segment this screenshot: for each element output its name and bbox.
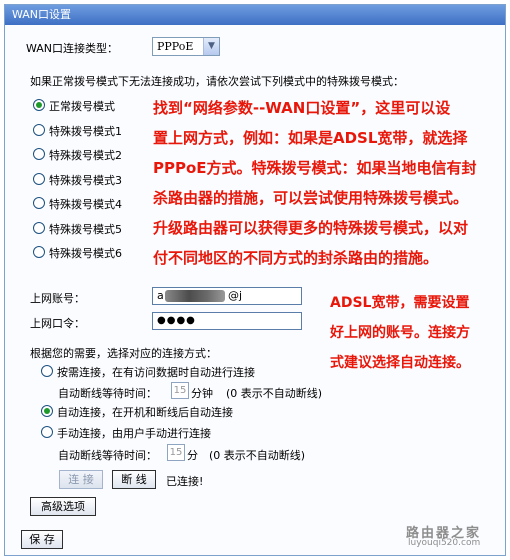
site-watermark: 路由器之家 luyouqi520.com [398,522,506,552]
auto-connect-label: 自动连接，在开机和断线后自动连接 [57,406,233,419]
annotation-account-line: 好上网的账号。连接方 [330,325,470,341]
dial-mode-radio-2[interactable] [33,148,45,160]
manual-wait-note: (0 表示不自动断线) [209,449,306,462]
on-demand-wait-input[interactable]: 15 [171,382,189,399]
on-demand-wait-unit: 分钟 [191,387,213,400]
dial-mode-label-6: 特殊拨号模式6 [49,247,122,260]
radio-auto-connect[interactable] [41,405,53,417]
connection-type-select[interactable]: PPPoE ▼ [152,37,220,56]
account-label: 上网账号： [30,292,85,305]
on-demand-wait-label: 自动断线等待时间： [58,387,157,400]
annotation-main-line: 置上网方式，例如：如果是ADSL宽带，就选择 [153,129,468,147]
dial-mode-radio-3[interactable] [33,173,45,185]
redacted-account-mark [165,290,225,302]
account-value-start: a [157,289,164,302]
manual-wait-input[interactable]: 15 [167,444,185,461]
connection-type-value: PPPoE [157,40,194,53]
connection-status: 已连接! [166,475,204,488]
dial-mode-label-4: 特殊拨号模式4 [49,198,122,211]
manual-wait-label: 自动断线等待时间： [58,449,157,462]
annotation-main-line: 付不同地区的不同方式的封杀路由的措施。 [153,249,439,267]
annotation-account-line: 式建议选择自动连接。 [330,355,470,371]
annotation-main-line: 杀路由器的措施，可以尝试使用特殊拨号模式。 [153,189,469,207]
annotation-account-line: ADSL宽带，需要设置 [330,295,470,311]
dial-mode-radio-6[interactable] [33,246,45,258]
chevron-down-icon[interactable]: ▼ [203,38,219,55]
connection-type-label: WAN口连接类型： [26,42,119,55]
dial-mode-radio-0[interactable] [33,99,45,111]
save-button[interactable]: 保 存 [21,530,63,549]
panel-title: WAN口设置 [5,5,505,25]
dial-mode-label-2: 特殊拨号模式2 [49,149,122,162]
manual-connect-label: 手动连接，由用户手动进行连接 [57,427,211,440]
dial-mode-radio-4[interactable] [33,197,45,209]
annotation-main-line: 升级路由器可以获得更多的特殊拨号模式，以对 [153,219,469,237]
annotation-main-line: PPPoE方式。特殊拨号模式：如果当地电信有封 [153,159,477,177]
radio-on-demand[interactable] [41,365,53,377]
dial-mode-radio-5[interactable] [33,222,45,234]
advanced-options-button[interactable]: 高级选项 [30,497,96,516]
dial-mode-label-1: 特殊拨号模式1 [49,125,122,138]
watermark-url: luyouqi520.com [408,538,481,548]
dial-mode-label-5: 特殊拨号模式5 [49,223,122,236]
connect-button[interactable]: 连 接 [59,470,103,489]
on-demand-wait-note: (0 表示不自动断线) [226,387,323,400]
dial-mode-label-0: 正常拨号模式 [49,100,115,113]
connect-mode-title: 根据您的需要，选择对应的连接方式： [30,347,217,360]
password-input[interactable]: ●●●● [152,312,302,330]
disconnect-button[interactable]: 断 线 [112,470,156,489]
dial-mode-hint: 如果正常拨号模式下无法连接成功，请依次尝试下列模式中的特殊拨号模式： [30,75,404,88]
on-demand-label: 按需连接，在有访问数据时自动进行连接 [57,366,255,379]
dial-mode-label-3: 特殊拨号模式3 [49,174,122,187]
dial-mode-radio-1[interactable] [33,124,45,136]
manual-wait-unit: 分 [187,449,198,462]
account-value-end: @j [228,289,243,302]
radio-manual-connect[interactable] [41,426,53,438]
annotation-main-line: 找到“网络参数--WAN口设置”，这里可以设 [153,99,451,117]
password-label: 上网口令： [30,317,85,330]
